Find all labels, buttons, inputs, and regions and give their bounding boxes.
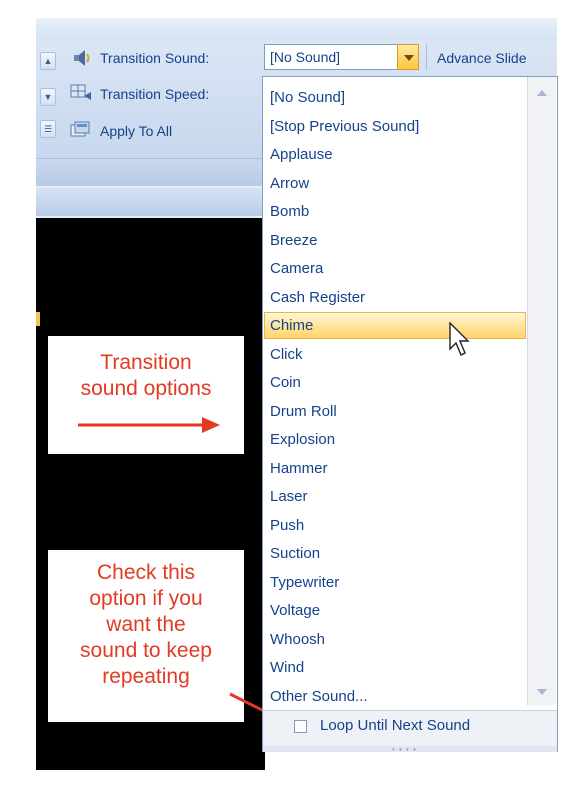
chevron-down-icon — [404, 55, 414, 61]
ribbon-top-strip — [36, 18, 557, 40]
combo-dropdown-button[interactable] — [397, 44, 419, 70]
dropdown-item[interactable]: Voltage — [264, 597, 526, 624]
dropdown-arrow-button[interactable]: ▼ — [40, 88, 56, 106]
dropdown-item[interactable]: [No Sound] — [264, 84, 526, 111]
arrow-right-icon — [78, 417, 220, 433]
dropdown-item[interactable]: Cash Register — [264, 284, 526, 311]
dropdown-item[interactable]: Push — [264, 512, 526, 539]
dropdown-item[interactable]: Suction — [264, 540, 526, 567]
dropdown-item[interactable]: Click — [264, 341, 526, 368]
scroll-down-icon[interactable] — [537, 689, 547, 695]
dropdown-item[interactable]: Other Sound... — [264, 683, 526, 710]
dropdown-item[interactable]: Whoosh — [264, 626, 526, 653]
dropdown-item[interactable]: Breeze — [264, 227, 526, 254]
loop-checkbox[interactable] — [294, 720, 307, 733]
scroll-up-arrow-button[interactable]: ▲ — [40, 52, 56, 70]
transition-sound-label: Transition Sound: — [100, 50, 210, 66]
screenshot-canvas: ▲ ▼ ☰ Transition Sound: [No Sound] Advan… — [0, 0, 579, 801]
dropdown-item[interactable]: Coin — [264, 369, 526, 396]
annotation-line: sound options — [80, 377, 212, 400]
annotation-line: repeating — [102, 665, 190, 688]
dropdown-item[interactable]: Wind — [264, 654, 526, 681]
advance-slide-label: Advance Slide — [437, 50, 527, 66]
dropdown-item[interactable]: Laser — [264, 483, 526, 510]
dropdown-item[interactable]: [Stop Previous Sound] — [264, 113, 526, 140]
dropdown-item[interactable]: Applause — [264, 141, 526, 168]
slide-marker — [36, 312, 40, 326]
transition-speed-icon — [70, 84, 91, 100]
annotation-transition-sound-options: Transition sound options — [48, 336, 244, 454]
dropdown-item[interactable]: Arrow — [264, 170, 526, 197]
loop-until-next-sound-label[interactable]: Loop Until Next Sound — [320, 717, 470, 734]
loop-label-text: Loop Until Next Sound — [320, 717, 471, 734]
dropdown-item[interactable]: Camera — [264, 255, 526, 282]
dropdown-scrollbar[interactable] — [527, 77, 556, 705]
slide-band-bar — [36, 188, 265, 216]
annotation-line: Transition — [100, 351, 192, 374]
annotation-line: sound to keep — [80, 639, 212, 662]
annotation-line: want the — [106, 613, 186, 636]
dropdown-item[interactable]: Drum Roll — [264, 398, 526, 425]
transition-speed-label: Transition Speed: — [100, 86, 210, 102]
dropdown-item[interactable]: Bomb — [264, 198, 526, 225]
mouse-cursor-icon — [449, 322, 470, 356]
speaker-icon — [74, 50, 90, 66]
annotation-line: option if you — [89, 587, 203, 610]
scroll-up-icon[interactable] — [537, 90, 547, 96]
grip-dots-icon: • • • • — [392, 745, 417, 754]
transition-sound-combo[interactable]: [No Sound] — [264, 44, 418, 70]
annotation-line: Check this — [96, 561, 196, 584]
apply-to-all-button[interactable]: Apply To All — [100, 123, 172, 139]
dropdown-item[interactable]: Chime — [264, 312, 526, 339]
dropdown-item[interactable]: Hammer — [264, 455, 526, 482]
divider — [426, 44, 427, 70]
ribbon-group-footer — [36, 158, 265, 186]
apply-to-all-icon — [70, 121, 90, 137]
dropdown-item[interactable]: Explosion — [264, 426, 526, 453]
dropdown-item[interactable]: Typewriter — [264, 569, 526, 596]
more-arrow-button[interactable]: ☰ — [40, 120, 56, 138]
annotation-loop-option: Check this option if you want the sound … — [48, 550, 244, 722]
transition-sound-value: [No Sound] — [270, 49, 341, 65]
